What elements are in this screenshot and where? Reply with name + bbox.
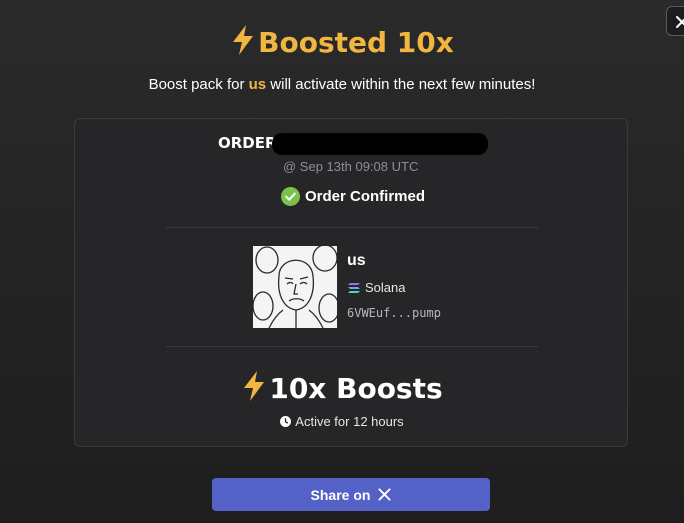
share-on-x-button[interactable]: Share on [212,478,490,511]
boost-modal: Boosted 10x Boost pack for us will activ… [0,0,684,523]
order-timestamp: @ Sep 13th 09:08 UTC [283,159,419,174]
solana-icon [348,282,360,293]
divider [166,346,538,347]
token-avatar [253,246,337,328]
token-address[interactable]: 6VWEuf...pump [347,306,441,320]
boost-headline: 10x Boosts [269,372,443,405]
status-text: Order Confirmed [305,188,426,205]
token-name: us [347,252,366,269]
title-text: Boosted 10x [258,26,454,59]
divider [166,227,538,228]
boost-duration: Active for 12 hours [0,414,684,429]
bolt-icon [233,25,254,55]
bolt-icon [244,371,265,401]
chain-name: Solana [365,280,406,295]
duration-text: Active for 12 hours [295,414,404,429]
subtitle: Boost pack for us will activate within t… [0,76,684,93]
check-circle-icon [281,187,300,206]
modal-title: Boosted 10x [0,24,684,59]
clock-icon [280,416,292,427]
token-chain: Solana [347,280,405,295]
x-logo-icon [378,488,391,501]
order-status: Order Confirmed [281,187,425,206]
share-label: Share on [310,486,371,503]
boost-count: 10x Boosts [0,370,684,405]
subtitle-token-name: us [248,76,267,93]
subtitle-prefix: Boost pack for [148,76,249,93]
redaction-mark [272,133,488,155]
subtitle-suffix: will activate within the next few minute… [266,76,536,93]
